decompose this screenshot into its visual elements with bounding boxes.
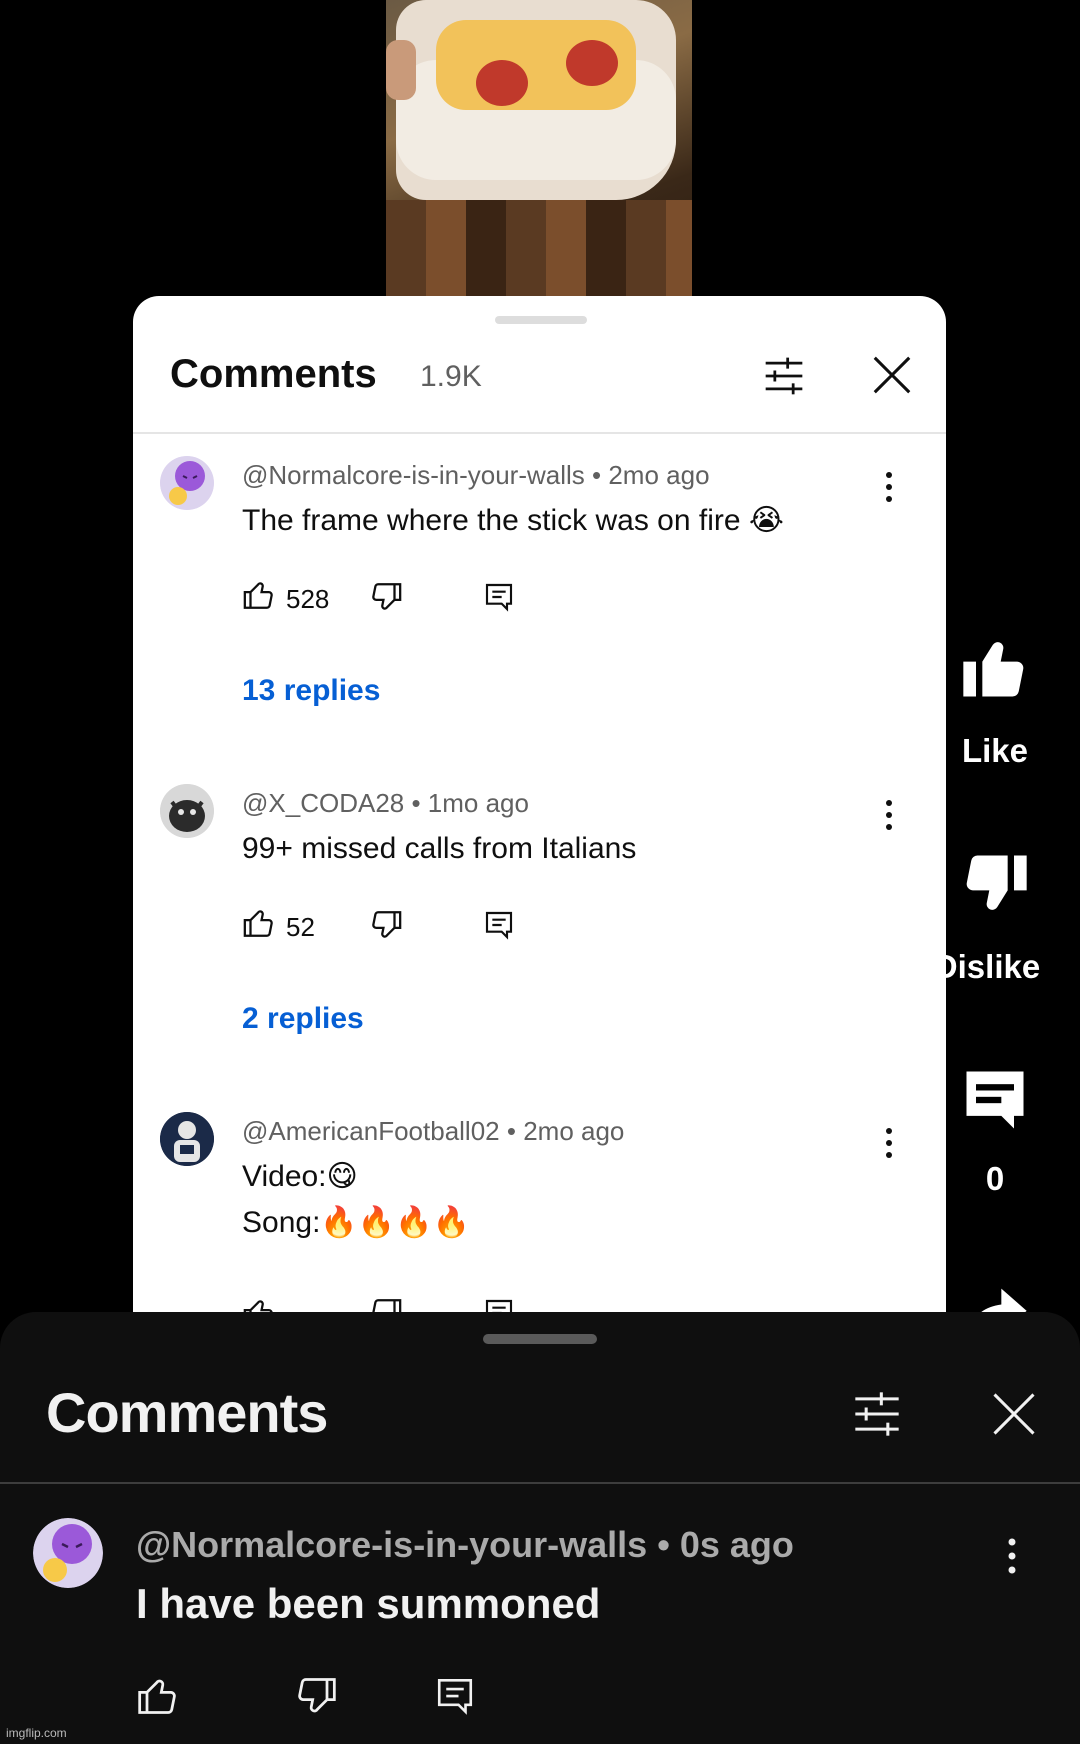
thumb-up-icon [243,1300,273,1312]
comment-text: I have been summoned [136,1580,601,1627]
thumb-down-icon [372,1299,402,1312]
filter-icon[interactable] [850,1388,904,1440]
comment-item: @AmericanFootball02 • 2mo ago Video:😋 So… [133,1112,946,1312]
comment-item: @Normalcore-is-in-your-walls • 2mo ago T… [133,456,946,786]
comment-author[interactable]: @Normalcore-is-in-your-walls [136,1524,647,1565]
comment-meta: @Normalcore-is-in-your-walls • 2mo ago [242,460,710,490]
comment-text-line: Song:🔥🔥🔥🔥 [242,1206,470,1239]
reply-icon [437,1678,473,1715]
comment-text-line: Video:😋 [242,1160,358,1193]
comment-text: The frame where the stick was on fire 😭 [242,504,784,537]
close-icon[interactable] [869,352,915,398]
like-button[interactable] [242,906,276,946]
thumb-down-icon [372,583,402,610]
dislike-button[interactable] [369,580,403,620]
comment-text: 99+ missed calls from Italians [242,832,637,865]
more-options-icon[interactable] [883,798,895,832]
dislike-button[interactable] [294,1674,338,1714]
dislike-label: Dislike [933,948,1041,985]
thumb-down-icon [372,911,402,938]
like-label: Like [961,732,1029,769]
comment-total: 1.9K [420,360,482,393]
comment-author[interactable]: @AmericanFootball02 [242,1116,500,1146]
thumb-up-icon [243,582,273,609]
more-options-icon[interactable] [1004,1536,1020,1576]
comment-item: @X_CODA28 • 1mo ago 99+ missed calls fro… [133,784,946,1114]
dark-comments-sheet: Comments @Normalcore-is-in-your-walls • … [0,1312,1080,1744]
comment-count: 0 [985,1160,1005,1197]
avatar[interactable] [160,784,214,838]
reply-button[interactable] [483,580,515,620]
avatar[interactable] [160,1112,214,1166]
comment-author[interactable]: @X_CODA28 [242,788,404,818]
comments-sheet: Comments 1.9K @Normalcore-is-in-your-wal… [133,296,946,1312]
dislike-button[interactable] [369,1296,403,1312]
close-icon[interactable] [988,1388,1040,1440]
cutting-board-image [386,200,692,296]
like-action[interactable]: Like [940,630,1050,769]
comment-time: 1mo ago [427,788,529,818]
dislike-button[interactable] [369,908,403,948]
comment-time: 0s ago [679,1524,794,1565]
avatar[interactable] [160,456,214,510]
replies-link[interactable]: 2 replies [242,1002,364,1036]
comment-meta: @Normalcore-is-in-your-walls • 0s ago [136,1524,794,1565]
replies-link[interactable]: 13 replies [242,674,380,708]
thumb-up-icon [138,1679,176,1714]
hand-image [386,40,416,100]
thumb-down-icon [298,1678,336,1713]
drag-handle[interactable] [483,1334,597,1344]
dislike-action[interactable]: Dislike [934,846,1050,985]
sheet-title: Comments [170,352,377,396]
reply-button[interactable] [483,908,515,948]
watermark: imgflip.com [6,1726,67,1740]
comment-time: 2mo ago [608,460,710,490]
comment-meta: @AmericanFootball02 • 2mo ago [242,1116,625,1146]
video-player[interactable] [386,0,692,296]
filter-icon[interactable] [761,354,807,398]
divider [133,432,946,434]
reply-button[interactable] [483,1296,515,1312]
like-count: 528 [286,584,330,614]
comment-meta: @X_CODA28 • 1mo ago [242,788,529,818]
share-action[interactable] [940,1276,1050,1312]
reply-button[interactable] [434,1674,476,1715]
thumb-down-filled-icon [966,855,1027,910]
like-button[interactable] [242,578,276,618]
more-options-icon[interactable] [883,470,895,504]
reply-icon [485,1299,513,1312]
reply-icon [485,911,513,940]
pizza-image [396,0,676,200]
drag-handle[interactable] [495,316,587,324]
comment-author[interactable]: @Normalcore-is-in-your-walls [242,460,585,490]
more-options-icon[interactable] [883,1126,895,1160]
like-button[interactable] [242,1296,276,1312]
thumb-up-icon [243,910,273,937]
sheet-title: Comments [46,1381,328,1444]
thumb-up-filled-icon [963,642,1024,697]
divider [0,1482,1080,1484]
like-button[interactable] [136,1674,180,1714]
avatar[interactable] [33,1518,103,1588]
like-count: 52 [286,912,315,942]
comment-time: 2mo ago [523,1116,625,1146]
comments-action[interactable]: 0 [940,1062,1050,1197]
reply-icon [485,583,513,612]
comment-filled-icon [966,1071,1024,1129]
share-icon [981,1288,1027,1312]
